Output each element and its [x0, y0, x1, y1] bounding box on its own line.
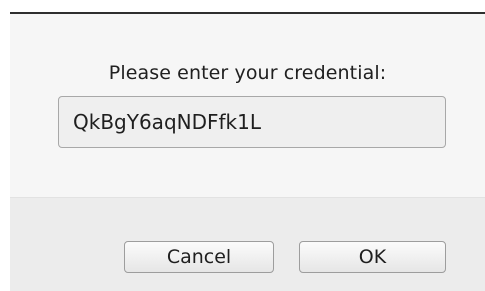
- ok-button[interactable]: OK: [299, 241, 446, 273]
- credential-dialog: Please enter your credential: Cancel OK: [10, 12, 485, 291]
- cancel-button[interactable]: Cancel: [124, 241, 274, 273]
- dialog-button-bar: Cancel OK: [10, 197, 485, 291]
- credential-input[interactable]: [58, 96, 446, 148]
- credential-prompt-label: Please enter your credential:: [108, 62, 387, 84]
- screen: Please enter your credential: Cancel OK: [0, 0, 485, 291]
